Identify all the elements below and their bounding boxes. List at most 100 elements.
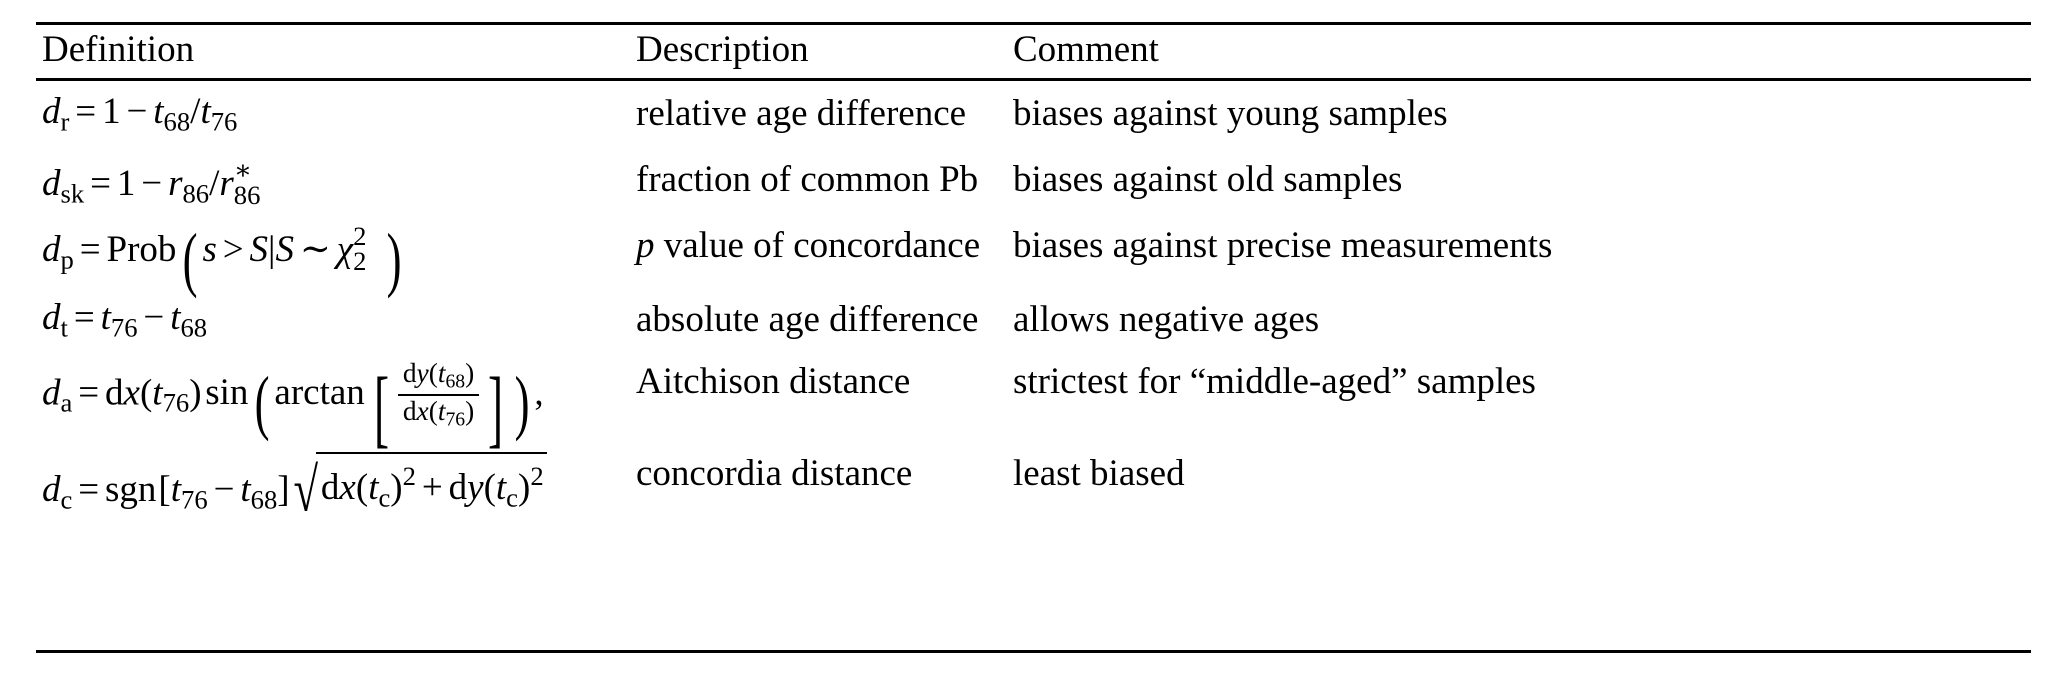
math-sin-operator: sin bbox=[205, 372, 249, 414]
math-d: d bbox=[42, 469, 61, 511]
math-fraction: dy(t68) dx(t76) bbox=[397, 359, 480, 431]
math-sgn-operator: sgn bbox=[105, 469, 157, 511]
math-sub-a: a bbox=[60, 387, 73, 418]
math-plus: + bbox=[421, 466, 443, 508]
math-sub-76: 76 bbox=[445, 408, 466, 431]
math-t: t bbox=[100, 297, 111, 338]
math-right-paren: ) bbox=[390, 466, 403, 508]
description-cell: absolute age difference bbox=[636, 299, 979, 340]
math-slash: / bbox=[209, 163, 220, 204]
math-sub-sk: sk bbox=[60, 178, 85, 209]
math-d: d bbox=[42, 297, 61, 338]
description-cell: Aitchison distance bbox=[636, 361, 911, 402]
math-sub-t: t bbox=[60, 312, 68, 343]
math-sub-68: 68 bbox=[180, 312, 208, 343]
math-sub-c: c bbox=[506, 482, 518, 513]
math-d: d bbox=[42, 91, 61, 132]
math-one: 1 bbox=[102, 91, 121, 132]
comment-cell: strictest for “middle-aged” samples bbox=[1013, 361, 1536, 402]
math-r: r bbox=[219, 163, 234, 204]
math-equals: = bbox=[78, 469, 100, 511]
math-radical-sign: √ bbox=[293, 456, 318, 525]
math-minus: − bbox=[141, 163, 163, 204]
math-comma: , bbox=[534, 372, 544, 414]
math-sup-2: 2 bbox=[402, 461, 416, 491]
math-s-lower: s bbox=[202, 229, 217, 270]
math-sub-86: 86 bbox=[182, 178, 210, 209]
math-left-bracket: [ bbox=[158, 469, 171, 511]
math-x: x bbox=[123, 372, 140, 414]
math-t: t bbox=[170, 297, 181, 338]
math-differential-d: d bbox=[320, 466, 340, 508]
math-greater-than: > bbox=[222, 229, 244, 270]
description-cell: relative age difference bbox=[636, 93, 967, 134]
table-row: dsk = 1− r86/r ∗ 86 fraction of common Pb bia… bbox=[0, 155, 2067, 220]
math-x: x bbox=[416, 396, 429, 427]
math-t: t bbox=[153, 91, 164, 132]
math-equals: = bbox=[73, 297, 95, 338]
table-bottom-rule bbox=[36, 650, 2031, 653]
math-y: y bbox=[416, 358, 429, 389]
math-left-paren: ( bbox=[428, 396, 438, 427]
math-p-italic: p bbox=[636, 225, 655, 266]
table-row: dt = t76− t68 absolute age difference allow… bbox=[0, 298, 2067, 360]
definition-cell-aitchison: da = dx(t76)sin(arctan[dy(t68) dx(t76)]), bbox=[42, 359, 622, 457]
math-sub-76: 76 bbox=[110, 312, 138, 343]
math-y: y bbox=[467, 466, 484, 508]
math-left-paren: ( bbox=[182, 218, 198, 299]
math-fraction-denominator: dx(t76) bbox=[397, 394, 480, 431]
math-t: t bbox=[368, 466, 379, 508]
math-chi: χ bbox=[336, 229, 354, 270]
math-fraction-numerator: dy(t68) bbox=[398, 359, 479, 394]
math-sub-76: 76 bbox=[181, 484, 208, 515]
math-equals: = bbox=[78, 372, 100, 414]
math-sub-c: c bbox=[378, 482, 391, 513]
description-cell: p value of concordance bbox=[636, 224, 996, 268]
math-equals: = bbox=[90, 163, 111, 204]
math-minus: − bbox=[126, 91, 148, 132]
math-right-paren: ) bbox=[518, 466, 531, 508]
math-sub-68: 68 bbox=[163, 106, 191, 137]
definition-cell-concordia: dc = sgn[t76− t68]√dx(tc)2 + dy(tc)2 bbox=[42, 452, 622, 525]
math-differential-d: d bbox=[448, 466, 468, 508]
comment-cell: allows negative ages bbox=[1013, 299, 1320, 340]
math-sub-p: p bbox=[60, 244, 74, 275]
math-left-paren: ( bbox=[483, 466, 496, 508]
math-sub-76: 76 bbox=[162, 387, 190, 418]
math-right-bracket: ] bbox=[488, 360, 504, 457]
math-d: d bbox=[42, 229, 61, 270]
description-rest: value of concordance bbox=[654, 225, 981, 266]
math-sub-68: 68 bbox=[250, 484, 278, 515]
table-top-rule bbox=[36, 22, 2031, 25]
table-header-rule bbox=[36, 78, 2031, 81]
table-row: dc = sgn[t76− t68]√dx(tc)2 + dy(tc)2 concordi… bbox=[0, 452, 2067, 544]
table-header-row: Definition Description Comment bbox=[0, 28, 2067, 76]
math-radicand: dx(tc)2 + dy(tc)2 bbox=[316, 452, 548, 517]
table-row: dr = 1− t68/t76 relative age difference bia… bbox=[0, 92, 2067, 154]
math-one: 1 bbox=[116, 163, 136, 204]
math-minus: − bbox=[143, 297, 165, 338]
definition-cell-absolute-age: dt = t76− t68 bbox=[42, 298, 622, 347]
math-right-paren: ) bbox=[514, 361, 530, 442]
math-subsup-chi: 22 bbox=[353, 221, 382, 276]
comment-cell: biases against young samples bbox=[1013, 93, 1448, 134]
description-cell: concordia distance bbox=[636, 453, 913, 494]
math-square-root: √dx(tc)2 + dy(tc)2 bbox=[290, 452, 548, 525]
description-cell: fraction of common Pb bbox=[636, 159, 979, 200]
math-differential-d: d bbox=[402, 396, 417, 427]
comment-cell: least biased bbox=[1013, 453, 1185, 494]
table-row: dp = Prob(s > S|S ∼ χ 2 2) p value of concordanc… bbox=[0, 218, 2067, 300]
math-right-paren: ) bbox=[386, 218, 402, 299]
math-left-paren: ( bbox=[254, 361, 270, 442]
definition-table: Definition Description Comment dr = 1− t68/… bbox=[0, 0, 2067, 684]
column-header-definition: Definition bbox=[42, 29, 195, 70]
math-sub-76: 76 bbox=[210, 106, 238, 137]
math-right-paren: ) bbox=[465, 396, 475, 427]
math-differential-d: d bbox=[402, 358, 417, 389]
table-row: da = dx(t76)sin(arctan[dy(t68) dx(t76)]), A… bbox=[0, 359, 2067, 457]
math-S-upper: S bbox=[275, 229, 294, 270]
math-sub-2: 2 bbox=[353, 245, 367, 276]
math-left-paren: ( bbox=[428, 358, 438, 389]
definition-cell-p-value: dp = Prob(s > S|S ∼ χ 2 2) bbox=[42, 218, 622, 299]
math-left-paren: ( bbox=[355, 466, 369, 508]
